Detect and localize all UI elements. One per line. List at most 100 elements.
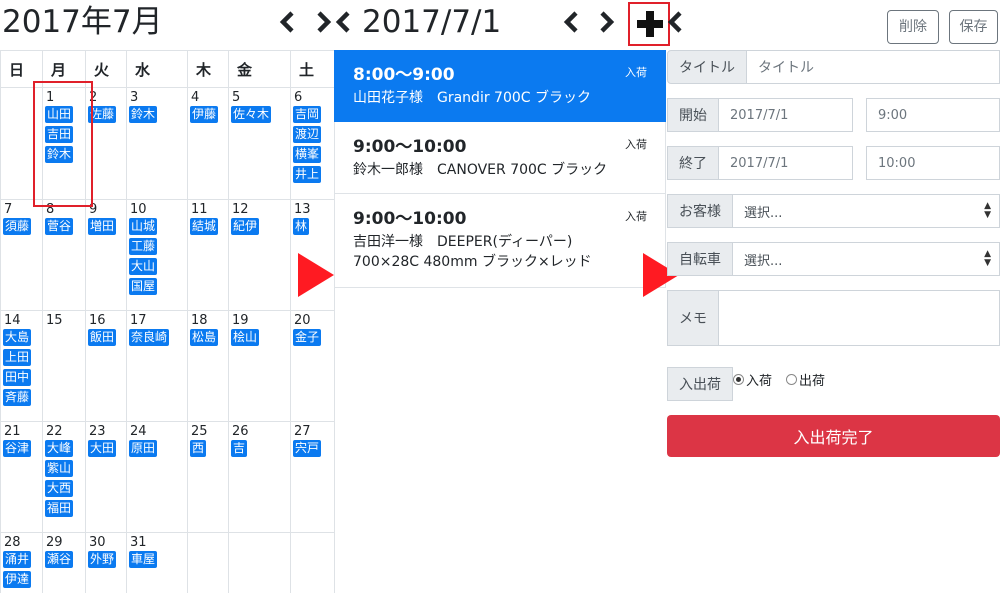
calendar-day-cell[interactable]: 8 菅谷	[42, 199, 86, 311]
calendar-day-cell[interactable]: 3 鈴木	[126, 87, 188, 200]
calendar-day-cell[interactable]: 2 佐藤	[85, 87, 127, 200]
start-time-input[interactable]: 9:00	[866, 98, 1000, 132]
calendar-event-tag[interactable]: 涌井	[3, 551, 32, 568]
calendar-day-cell[interactable]: 16 飯田	[85, 310, 127, 422]
calendar-event-tag[interactable]: 井上	[293, 166, 322, 183]
calendar-event-tag[interactable]: 増田	[88, 218, 117, 235]
end-time-input[interactable]: 10:00	[866, 146, 1000, 180]
calendar-event-tag[interactable]: 田中	[3, 369, 32, 386]
calendar-event-tag[interactable]: 瀬谷	[45, 551, 74, 568]
calendar-day-cell[interactable]: 27 宍戸	[290, 421, 335, 533]
calendar-event-tag[interactable]: 桧山	[231, 329, 260, 346]
calendar-day-cell[interactable]	[290, 532, 335, 593]
delete-button[interactable]: 削除	[887, 10, 939, 44]
calendar-day-cell[interactable]: 25 西	[187, 421, 229, 533]
calendar-event-tag[interactable]: 佐々木	[231, 106, 272, 123]
calendar-event-tag[interactable]: 伊藤	[190, 106, 219, 123]
calendar-event-tag[interactable]: 林	[293, 218, 310, 235]
calendar-event-tag[interactable]: 飯田	[88, 329, 117, 346]
calendar-event-tag[interactable]: 吉	[231, 440, 248, 457]
calendar-day-cell[interactable]: 26 吉	[228, 421, 291, 533]
calendar-event-tag[interactable]: 斉藤	[3, 389, 32, 406]
calendar-event-tag[interactable]: 外野	[88, 551, 117, 568]
calendar-event-tag[interactable]: 鈴木	[129, 106, 158, 123]
calendar-day-cell[interactable]: 15	[42, 310, 86, 422]
calendar-day-cell[interactable]	[187, 532, 229, 593]
calendar-day-cell[interactable]: 5 佐々木	[228, 87, 291, 200]
calendar-day-cell[interactable]: 22 大峰 紫山 大西 福田	[42, 421, 86, 533]
calendar-event-tag[interactable]: 山城	[129, 218, 158, 235]
calendar-event-tag[interactable]: 結城	[190, 218, 219, 235]
save-button[interactable]: 保存	[949, 10, 998, 44]
event-item[interactable]: 9:00〜10:00 吉田洋一様 DEEPER(ディーパー) 700×28C 4…	[334, 194, 666, 288]
calendar-day-cell[interactable]	[0, 87, 43, 200]
calendar-event-tag[interactable]: 伊達	[3, 571, 32, 588]
calendar-event-tag[interactable]: 奈良崎	[129, 329, 170, 346]
calendar-event-tag[interactable]: 車屋	[129, 551, 158, 568]
calendar-event-tag[interactable]: 須藤	[3, 218, 32, 235]
calendar-event-tag[interactable]: 大峰	[45, 440, 74, 457]
calendar-event-tag[interactable]: 原田	[129, 440, 158, 457]
calendar-day-cell[interactable]: 6 吉岡 渡辺 横峯 井上	[290, 87, 335, 200]
calendar-event-tag[interactable]: 紫山	[45, 460, 74, 477]
calendar-day-cell[interactable]: 24 原田	[126, 421, 188, 533]
chevron-left-icon[interactable]	[666, 8, 684, 36]
calendar-event-tag[interactable]: 上田	[3, 349, 32, 366]
calendar-event-tag[interactable]: 大島	[3, 329, 32, 346]
calendar-event-tag[interactable]: 谷津	[3, 440, 32, 457]
calendar-event-tag[interactable]: 山田	[45, 106, 74, 123]
calendar-day-cell[interactable]: 11 結城	[187, 199, 229, 311]
calendar-day-cell[interactable]: 30 外野	[85, 532, 127, 593]
customer-select[interactable]: 選択... ▲ ▼	[732, 194, 1000, 228]
plus-icon[interactable]	[636, 10, 664, 38]
calendar-day-cell[interactable]: 21 谷津	[0, 421, 43, 533]
title-input[interactable]: タイトル	[746, 50, 1000, 84]
calendar-day-cell[interactable]: 7 須藤	[0, 199, 43, 311]
calendar-event-tag[interactable]: 吉岡	[293, 106, 322, 123]
calendar-event-tag[interactable]: 西	[190, 440, 207, 457]
calendar-day-cell[interactable]: 17 奈良崎	[126, 310, 188, 422]
calendar-event-tag[interactable]: 紀伊	[231, 218, 260, 235]
calendar-day-cell[interactable]: 12 紀伊	[228, 199, 291, 311]
calendar-event-tag[interactable]: 福田	[45, 500, 74, 517]
start-date-input[interactable]: 2017/7/1	[718, 98, 853, 132]
calendar-day-cell[interactable]: 1 山田 吉田 鈴木	[42, 87, 86, 200]
calendar-day-cell[interactable]: 19 桧山	[228, 310, 291, 422]
calendar-event-tag[interactable]: 松島	[190, 329, 219, 346]
calendar-day-cell[interactable]: 23 大田	[85, 421, 127, 533]
end-date-input[interactable]: 2017/7/1	[718, 146, 853, 180]
next-day-chevron-icon[interactable]	[594, 8, 618, 36]
calendar-event-tag[interactable]: 宍戸	[293, 440, 322, 457]
memo-textarea[interactable]	[718, 290, 1000, 346]
prev-day-chevron-icon[interactable]	[560, 8, 584, 36]
radio-out[interactable]: 出荷	[786, 370, 825, 389]
calendar-day-cell[interactable]: 28 涌井 伊達	[0, 532, 43, 593]
calendar-event-tag[interactable]: 大田	[88, 440, 117, 457]
calendar-event-tag[interactable]: 金子	[293, 329, 322, 346]
calendar-event-tag[interactable]: 菅谷	[45, 218, 74, 235]
calendar-event-tag[interactable]: 佐藤	[88, 106, 117, 123]
calendar-day-cell[interactable]: 31 車屋	[126, 532, 188, 593]
submit-button[interactable]: 入出荷完了	[667, 415, 1000, 457]
collapse-icon[interactable]	[314, 8, 354, 36]
calendar-event-tag[interactable]: 国屋	[129, 278, 158, 295]
calendar-day-cell[interactable]: 29 瀬谷	[42, 532, 86, 593]
calendar-day-cell[interactable]: 10 山城 工藤 大山 国屋	[126, 199, 188, 311]
calendar-day-cell[interactable]: 4 伊藤	[187, 87, 229, 200]
bike-select[interactable]: 選択... ▲ ▼	[732, 242, 1000, 276]
calendar-event-tag[interactable]: 工藤	[129, 238, 158, 255]
calendar-event-tag[interactable]: 大西	[45, 480, 74, 497]
calendar-event-tag[interactable]: 横峯	[293, 146, 322, 163]
calendar-day-cell[interactable]: 14 大島 上田 田中 斉藤	[0, 310, 43, 422]
event-item[interactable]: 8:00〜9:00 山田花子様 Grandir 700C ブラック 入荷	[334, 50, 666, 122]
radio-in[interactable]: 入荷	[733, 370, 772, 389]
calendar-day-cell[interactable]: 20 金子	[290, 310, 335, 422]
calendar-event-tag[interactable]: 渡辺	[293, 126, 322, 143]
calendar-event-tag[interactable]: 大山	[129, 258, 158, 275]
prev-month-chevron-icon[interactable]	[276, 8, 300, 36]
calendar-event-tag[interactable]: 吉田	[45, 126, 74, 143]
calendar-day-cell[interactable]: 9 増田	[85, 199, 127, 311]
event-item[interactable]: 9:00〜10:00 鈴木一郎様 CANOVER 700C ブラック 入荷	[334, 122, 666, 194]
calendar-day-cell[interactable]: 18 松島	[187, 310, 229, 422]
calendar-day-cell[interactable]	[228, 532, 291, 593]
